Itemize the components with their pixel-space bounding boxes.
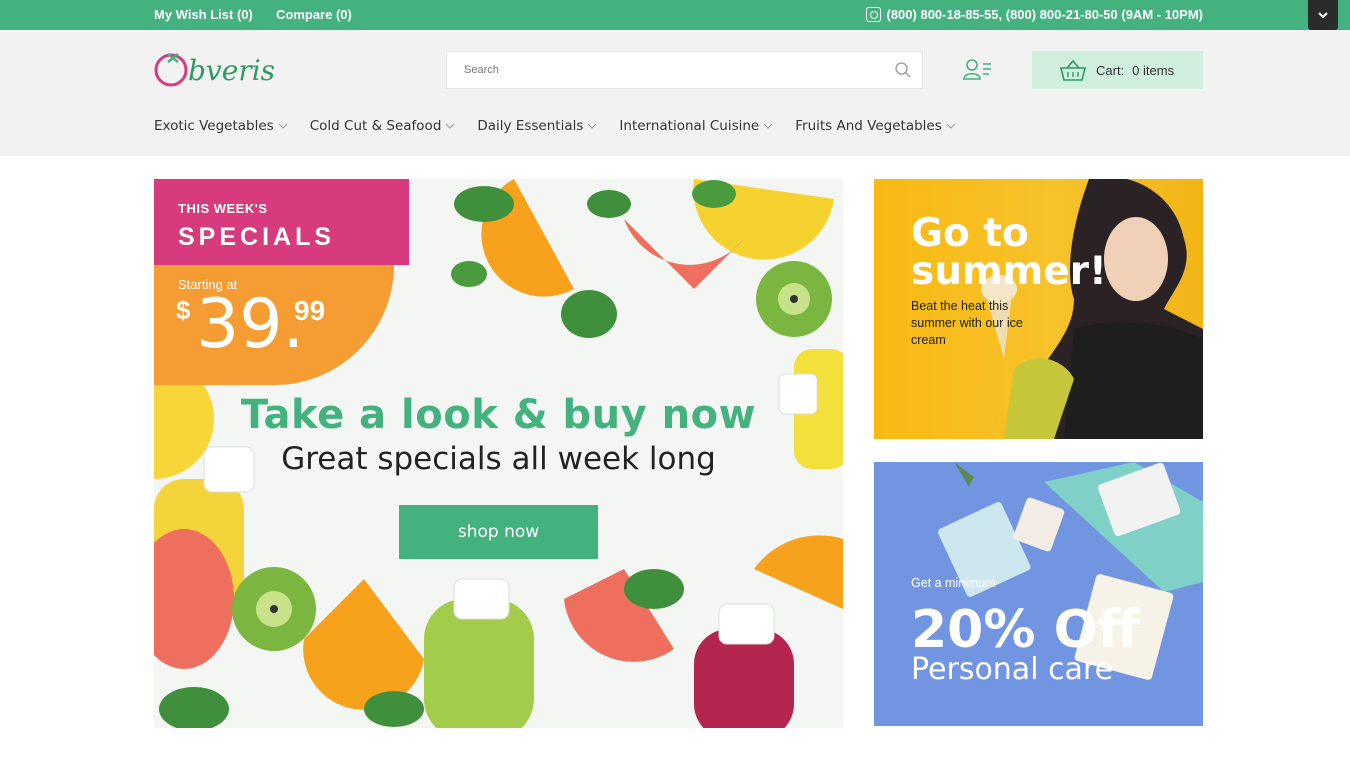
hero-title: Take a look & buy now: [240, 392, 757, 438]
cart-count: 0 items: [1132, 62, 1175, 78]
specials-tag: [154, 179, 409, 265]
cart-button[interactable]: Cart: 0 items: [1032, 51, 1203, 89]
chevron-down-icon: [1318, 12, 1328, 19]
logo[interactable]: bveris: [154, 48, 314, 88]
nav-item-daily-essentials[interactable]: Daily Essentials: [477, 118, 597, 134]
nav-label: Exotic Vegetables: [154, 118, 274, 134]
price-currency: $: [176, 295, 191, 325]
search-input[interactable]: [447, 52, 922, 88]
header: bveris Cart: 0 items Exotic Vegetables C…: [0, 30, 1350, 156]
care-small-label: Get a minimum: [911, 576, 996, 590]
nav-item-exotic-vegetables[interactable]: Exotic Vegetables: [154, 118, 288, 134]
chevron-down-icon: [446, 123, 455, 129]
summer-banner[interactable]: Go to summer! Beat the heat this summer …: [874, 179, 1203, 439]
account-icon: [963, 59, 991, 80]
logo-mark: bveris: [154, 53, 275, 87]
chevron-down-icon: [763, 123, 773, 129]
hero-banner[interactable]: THIS WEEK'S SPECIALS Starting at $ 39. 9…: [154, 179, 843, 728]
specials-label-small: THIS WEEK'S: [178, 201, 268, 216]
search-box: [446, 51, 923, 89]
nav-label: Fruits And Vegetables: [795, 118, 942, 134]
chevron-down-icon: [278, 123, 288, 129]
shop-now-button[interactable]: shop now: [399, 505, 598, 559]
nav-item-international-cuisine[interactable]: International Cuisine: [619, 118, 773, 134]
care-category: Personal care: [911, 652, 1114, 687]
chevron-down-icon: [588, 123, 597, 129]
account-button[interactable]: [962, 57, 992, 83]
specials-label-large: SPECIALS: [178, 223, 336, 251]
summer-description: Beat the heat this summer with our ice c…: [911, 299, 1023, 347]
cart-label: Cart:: [1096, 62, 1125, 78]
phone-numbers: (800) 800-18-85-55, (800) 800-21-80-50 (…: [886, 7, 1204, 22]
phone-icon: [865, 7, 881, 22]
nav-item-fruits-and-vegetables[interactable]: Fruits And Vegetables: [795, 118, 956, 134]
chevron-down-icon: [946, 123, 956, 129]
price-value: 39.: [196, 285, 305, 364]
svg-text:bveris: bveris: [188, 54, 275, 87]
search-icon[interactable]: [894, 61, 912, 79]
panel-toggle-button[interactable]: [1308, 0, 1338, 30]
care-discount: 20% Off: [911, 600, 1140, 660]
phone-info: (800) 800-18-85-55, (800) 800-21-80-50 (…: [865, 7, 1204, 22]
personal-care-banner[interactable]: Get a minimum 20% Off Personal care: [874, 462, 1203, 726]
price-cents: 99: [294, 295, 326, 326]
top-bar: My Wish List (0) Compare (0) (800) 800-1…: [0, 0, 1350, 30]
nav-label: Cold Cut & Seafood: [309, 118, 442, 134]
summer-title: Go to summer!: [911, 211, 1107, 294]
nav-label: International Cuisine: [619, 118, 760, 134]
compare-link[interactable]: Compare (0): [276, 7, 352, 22]
nav-label: Daily Essentials: [477, 118, 584, 134]
main-nav: Exotic Vegetables Cold Cut & Seafood Dai…: [154, 118, 978, 134]
basket-icon: [1059, 59, 1087, 81]
wishlist-link[interactable]: My Wish List (0): [154, 7, 253, 22]
hero-subtitle: Great specials all week long: [281, 441, 716, 477]
nav-item-cold-cut-seafood[interactable]: Cold Cut & Seafood: [310, 118, 456, 134]
